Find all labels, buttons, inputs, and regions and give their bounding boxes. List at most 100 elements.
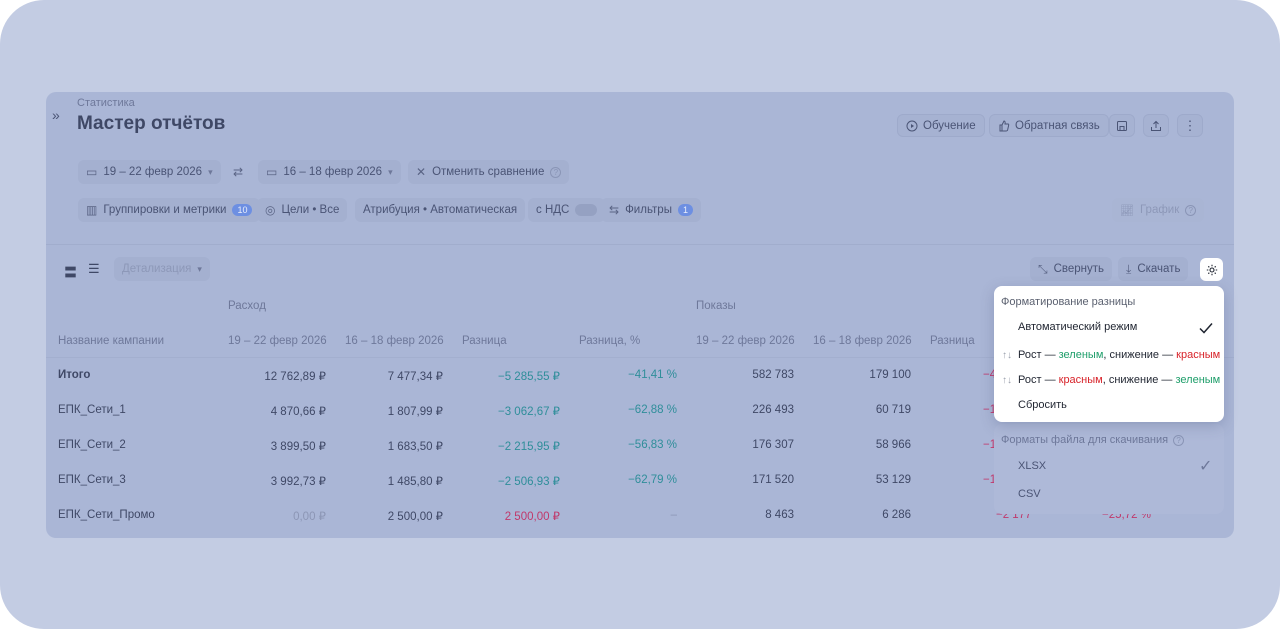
- file-formats-section: Форматы файла для скачивания ? XLSX ✓ CS…: [994, 424, 1224, 514]
- auto-mode-option[interactable]: Автоматический режим: [1018, 321, 1137, 333]
- col-header-spend-diff-pct[interactable]: Разница, %: [579, 335, 640, 347]
- calendar-icon: ▭: [266, 165, 278, 179]
- cell-impr-p2: 179 100: [869, 369, 911, 381]
- graph-label: График: [1139, 204, 1180, 216]
- chart-icon: 📈︎: [1120, 204, 1134, 217]
- cell-impr-p1: 176 307: [752, 439, 794, 451]
- green-growth-option[interactable]: Рост — зеленым, снижение — красным: [1018, 349, 1220, 361]
- cell-campaign: ЕПК_Сети_1: [58, 404, 126, 416]
- chevron-down-icon: ▾: [388, 166, 393, 177]
- cell-spend-p2: 7 477,34 ₽: [387, 371, 443, 383]
- detail-label: Детализация: [122, 263, 192, 275]
- download-label: Скачать: [1137, 263, 1181, 275]
- attribution-select[interactable]: Атрибуция • Автоматическая: [355, 198, 526, 222]
- vat-switch[interactable]: [575, 204, 598, 216]
- cancel-compare-label: Отменить сравнение: [432, 166, 545, 178]
- cell-spend-diff-pct: −56,83 %: [628, 439, 677, 451]
- cell-impr-p1: 171 520: [752, 474, 794, 486]
- group-header-impressions: Показы: [696, 300, 736, 312]
- save-button[interactable]: [1109, 114, 1135, 137]
- format-xlsx-option[interactable]: XLSX: [1018, 460, 1046, 472]
- sort-arrows-icon: ↑↓: [1002, 350, 1012, 361]
- section-divider: [46, 244, 1234, 245]
- calendar-icon: ▭: [86, 165, 98, 179]
- col-header-impressions-period1[interactable]: 19 – 22 февр 2026: [696, 335, 795, 347]
- learning-label: Обучение: [923, 119, 976, 132]
- filters-button[interactable]: ⇆ Фильтры 1: [601, 198, 701, 222]
- cell-impr-p1: 226 493: [752, 404, 794, 416]
- download-icon: ⤓: [1126, 261, 1132, 276]
- cell-spend-diff: −5 285,55 ₽: [498, 371, 560, 383]
- graph-button[interactable]: 📈︎ График ?: [1112, 198, 1205, 222]
- option-prefix: Рост —: [1018, 349, 1059, 361]
- red-word: красным: [1058, 374, 1103, 386]
- col-header-spend-period2[interactable]: 16 – 18 февр 2026: [345, 335, 444, 347]
- cell-impr-p2: 6 286: [882, 509, 911, 521]
- help-icon[interactable]: ?: [1185, 204, 1197, 216]
- col-header-impressions-diff[interactable]: Разница: [930, 335, 975, 347]
- groupings-count-badge: 10: [232, 204, 253, 216]
- groupings-button[interactable]: ▥ Группировки и метрики 10: [78, 198, 261, 222]
- cell-spend-diff: −2 506,93 ₽: [498, 476, 560, 488]
- cell-campaign: ЕПК_Сети_2: [58, 439, 126, 451]
- sidebar-expand-icon[interactable]: »: [52, 107, 60, 123]
- file-formats-header: Форматы файла для скачивания: [1001, 434, 1169, 446]
- compare-range-select[interactable]: ▭ 16 – 18 февр 2026 ▾: [258, 160, 401, 184]
- red-growth-option[interactable]: Рост — красным, снижение — зеленым: [1018, 374, 1220, 386]
- groupings-label: Группировки и метрики: [103, 204, 227, 216]
- page-title: Мастер отчётов: [77, 113, 226, 134]
- group-header-spend: Расход: [228, 300, 266, 312]
- cell-impr-p2: 58 966: [875, 439, 911, 451]
- goals-select[interactable]: ◎ Цели • Все: [257, 198, 348, 222]
- cell-spend-p1: 4 870,66 ₽: [270, 406, 326, 418]
- reset-option[interactable]: Сбросить: [1018, 399, 1067, 411]
- vat-label: с НДС: [536, 204, 570, 216]
- format-csv-option[interactable]: CSV: [1018, 488, 1041, 500]
- cell-spend-p2: 1 485,80 ₽: [387, 476, 443, 488]
- col-header-impressions-period2[interactable]: 16 – 18 февр 2026: [813, 335, 912, 347]
- date-range-label: 19 – 22 февр 2026: [103, 166, 203, 178]
- compact-view-icon[interactable]: 〓: [64, 262, 77, 281]
- list-view-icon[interactable]: ☰: [88, 261, 100, 277]
- download-button[interactable]: ⤓ Скачать: [1118, 257, 1189, 281]
- cell-impr-p1: 8 463: [765, 509, 794, 521]
- collapse-button[interactable]: ⤡ Свернуть: [1030, 257, 1113, 281]
- col-header-spend-diff[interactable]: Разница: [462, 335, 507, 347]
- play-icon: [906, 120, 918, 131]
- green-word: зеленым: [1058, 349, 1104, 361]
- share-button[interactable]: [1143, 114, 1169, 137]
- chevron-down-icon: ▾: [197, 263, 202, 274]
- learning-button[interactable]: Обучение: [897, 114, 985, 137]
- detail-select[interactable]: Детализация ▾: [114, 257, 210, 281]
- more-vertical-icon: ⋮: [1183, 118, 1197, 133]
- red-word: красным: [1176, 349, 1221, 361]
- feedback-button[interactable]: Обратная связь: [989, 114, 1109, 137]
- gear-icon: [1206, 264, 1217, 275]
- upload-icon: [1151, 120, 1161, 131]
- close-icon: ✕: [416, 165, 427, 179]
- thumbs-up-icon: [999, 119, 1010, 131]
- cell-spend-p1: 3 899,50 ₽: [270, 441, 326, 453]
- breadcrumb[interactable]: Статистика: [77, 97, 135, 109]
- cell-spend-diff-pct: −62,88 %: [628, 404, 677, 416]
- more-button[interactable]: ⋮: [1177, 114, 1203, 137]
- green-word: зеленым: [1175, 374, 1221, 386]
- col-header-spend-period1[interactable]: 19 – 22 февр 2026: [228, 335, 327, 347]
- goals-label: Цели • Все: [281, 204, 340, 216]
- vat-toggle[interactable]: с НДС: [528, 198, 606, 222]
- cell-impr-p2: 60 719: [875, 404, 911, 416]
- cell-campaign: ЕПК_Сети_Промо: [58, 509, 155, 521]
- date-range-select[interactable]: ▭ 19 – 22 февр 2026 ▾: [78, 160, 221, 184]
- cell-campaign: ЕПК_Сети_3: [58, 474, 126, 486]
- compare-range-label: 16 – 18 февр 2026: [283, 166, 383, 178]
- help-icon[interactable]: ?: [1173, 434, 1185, 446]
- swap-icon[interactable]: ⇄: [233, 165, 243, 179]
- chevron-down-icon: ▾: [208, 166, 213, 177]
- option-mid: , снижение —: [1103, 349, 1177, 361]
- target-icon: ◎: [265, 203, 276, 217]
- check-icon: [1199, 323, 1213, 334]
- table-settings-button[interactable]: [1200, 258, 1223, 281]
- help-icon[interactable]: ?: [550, 166, 562, 178]
- cancel-compare-button[interactable]: ✕ Отменить сравнение ?: [408, 160, 570, 184]
- col-header-campaign[interactable]: Название кампании: [58, 335, 164, 347]
